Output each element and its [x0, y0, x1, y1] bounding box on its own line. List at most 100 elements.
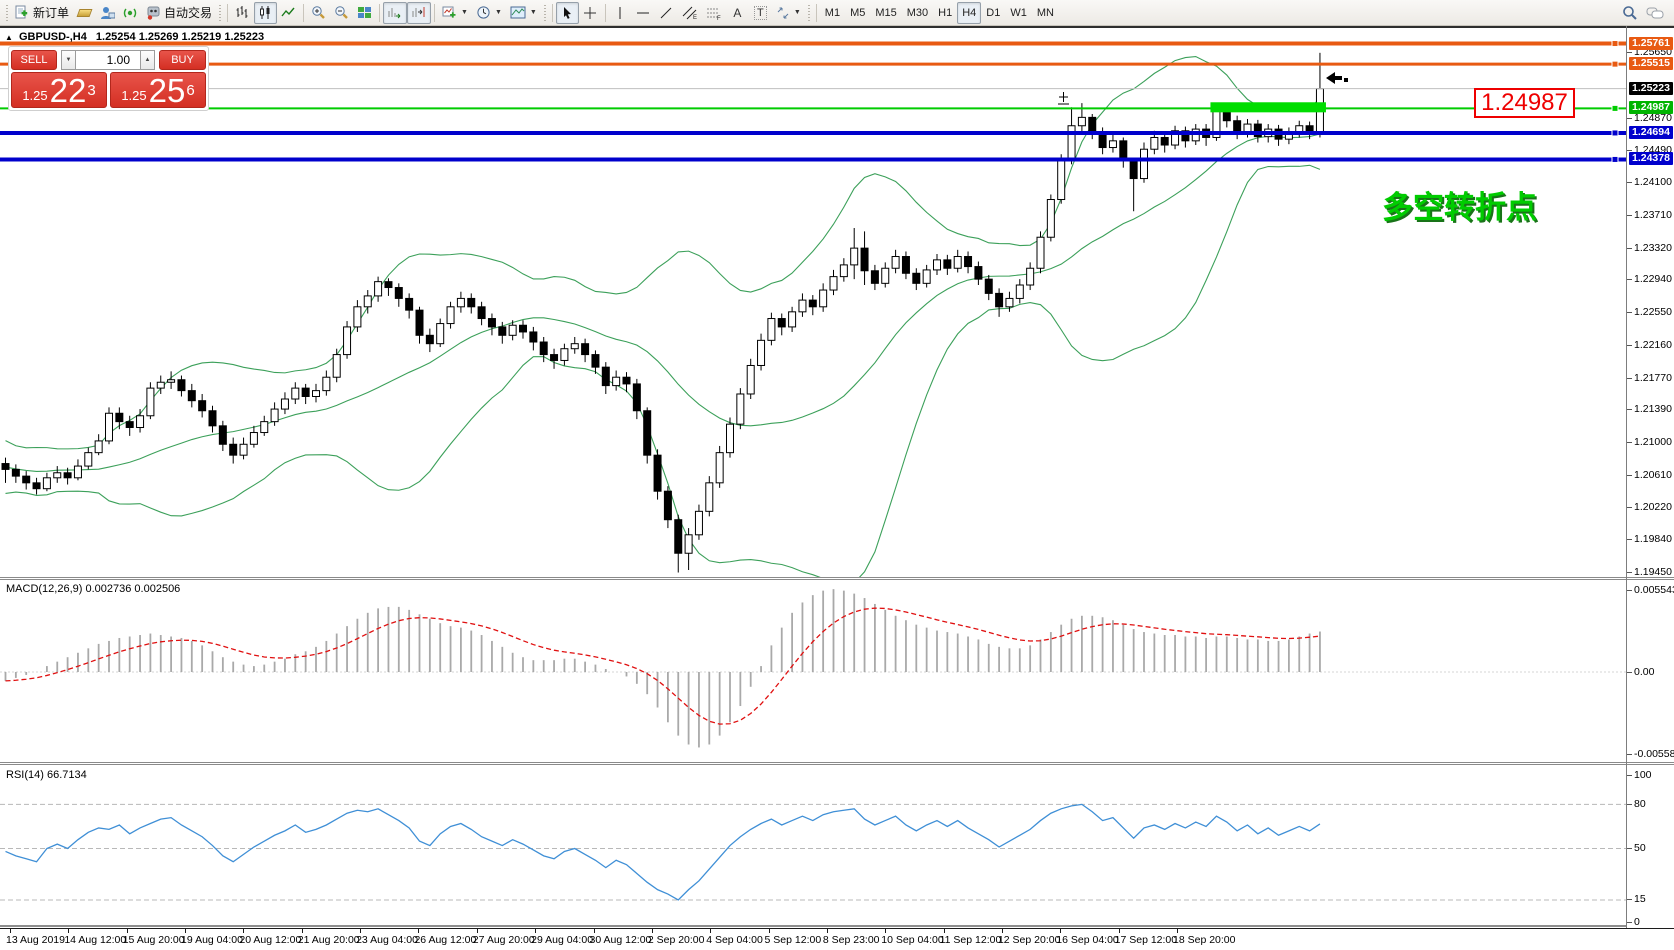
- zoom-in-button[interactable]: [307, 2, 330, 24]
- tf-button-M30[interactable]: M30: [902, 2, 933, 24]
- line-end-marker[interactable]: [1612, 105, 1618, 111]
- buy-price-major: 1.25: [121, 86, 146, 106]
- bull-candle: [716, 453, 723, 483]
- price-tick: 1.20220: [1634, 501, 1672, 513]
- bull-candle: [509, 325, 516, 335]
- resistance-zone-rect[interactable]: [1210, 102, 1326, 112]
- bull-candle: [137, 416, 144, 428]
- periods-button[interactable]: ▼: [472, 2, 506, 24]
- new-order-button[interactable]: 新订单: [11, 2, 73, 24]
- toolbar-grip: [808, 5, 810, 21]
- macd-axis[interactable]: 0.0055430.00-0.005583: [1627, 580, 1674, 763]
- line-end-marker[interactable]: [1612, 156, 1618, 162]
- tf-button-MN[interactable]: MN: [1032, 2, 1059, 24]
- main-price-chart[interactable]: [0, 26, 1626, 578]
- volume-increase-button[interactable]: ▲: [140, 50, 155, 70]
- bear-candle: [478, 307, 485, 319]
- indicators-button[interactable]: ▼: [438, 2, 472, 24]
- comments-button[interactable]: [1642, 2, 1668, 24]
- tf-button-M5[interactable]: M5: [845, 2, 870, 24]
- bull-candle: [934, 260, 941, 270]
- fibonacci-tool-button[interactable]: F: [702, 2, 726, 24]
- bear-candle: [675, 520, 682, 554]
- price-arrow-marker[interactable]: [1326, 72, 1348, 84]
- line-end-marker[interactable]: [1612, 41, 1618, 47]
- equidistant-channel-icon: E: [682, 6, 698, 20]
- tf-button-D1[interactable]: D1: [981, 2, 1005, 24]
- bar-chart-button[interactable]: [231, 2, 254, 24]
- buy-button[interactable]: BUY: [159, 50, 206, 70]
- auto-trading-button[interactable]: 自动交易: [142, 2, 216, 24]
- arrows-tool-button[interactable]: ▼: [772, 2, 805, 24]
- bear-candle: [551, 355, 558, 361]
- buy-price-pips: 25: [149, 76, 186, 106]
- macd-label: MACD(12,26,9) 0.002736 0.002506: [6, 583, 180, 595]
- label-tool-button[interactable]: T: [749, 2, 772, 24]
- price-badge-1.25515: 1.25515: [1629, 57, 1673, 70]
- line-end-marker[interactable]: [1612, 130, 1618, 136]
- bear-candle: [778, 319, 785, 327]
- buy-price-box[interactable]: 1.25 25 6: [110, 72, 206, 108]
- bull-candle: [1027, 268, 1034, 285]
- time-label: 27 Aug 20:00: [473, 934, 535, 946]
- time-tick: [360, 929, 361, 933]
- auto-trading-label: 自动交易: [164, 4, 212, 21]
- sell-price-box[interactable]: 1.25 22 3: [11, 72, 107, 108]
- line-chart-button[interactable]: [277, 2, 300, 24]
- cursor-tool-button[interactable]: [556, 2, 579, 24]
- volume-decrease-button[interactable]: ▼: [61, 50, 76, 70]
- horizontal-line-tool-button[interactable]: [632, 2, 655, 24]
- bear-candle: [178, 380, 185, 391]
- trendline-icon: [659, 6, 673, 20]
- signals-button[interactable]: [119, 2, 142, 24]
- auto-scroll-button[interactable]: [383, 2, 407, 24]
- line-end-marker[interactable]: [1612, 61, 1618, 67]
- bear-candle: [499, 327, 506, 335]
- tf-button-H4[interactable]: H4: [957, 2, 981, 24]
- bull-candle: [768, 319, 775, 341]
- tf-button-H1[interactable]: H1: [933, 2, 957, 24]
- chart-shift-button[interactable]: [407, 2, 431, 24]
- panel-separator[interactable]: [0, 762, 1674, 765]
- macd-panel[interactable]: [0, 580, 1626, 763]
- price-tick: 1.23710: [1634, 209, 1672, 221]
- bull-candle: [447, 307, 454, 324]
- bollinger-lower-band[interactable]: [6, 165, 1320, 578]
- bull-candle: [1078, 117, 1085, 125]
- bear-candle: [230, 444, 237, 455]
- vertical-line-tool-button[interactable]: [609, 2, 632, 24]
- rsi-axis[interactable]: 1008050150: [1627, 766, 1674, 927]
- bollinger-middle-band[interactable]: [6, 134, 1320, 471]
- crosshair-tool-button[interactable]: [579, 2, 602, 24]
- time-tick: [477, 929, 478, 933]
- price-axis[interactable]: 1.256501.248701.244901.241001.237101.233…: [1627, 26, 1674, 578]
- bull-candle: [737, 394, 744, 424]
- candlestick-chart-button[interactable]: [254, 2, 277, 24]
- panel-separator[interactable]: [0, 577, 1674, 580]
- search-button[interactable]: [1618, 2, 1642, 24]
- new-order-label: 新订单: [33, 4, 69, 21]
- sell-button[interactable]: SELL: [11, 50, 57, 70]
- channel-tool-button[interactable]: E: [678, 2, 702, 24]
- chart-note-text[interactable]: 多空转折点: [1382, 182, 1537, 227]
- tile-windows-button[interactable]: [353, 2, 376, 24]
- bull-candle: [613, 377, 620, 385]
- tf-button-M15[interactable]: M15: [870, 2, 901, 24]
- tf-button-W1[interactable]: W1: [1005, 2, 1032, 24]
- separator: [816, 4, 817, 22]
- rsi-panel[interactable]: [0, 766, 1626, 927]
- tf-button-M1[interactable]: M1: [820, 2, 845, 24]
- web-trader-button[interactable]: [96, 2, 119, 24]
- text-tool-button[interactable]: A: [726, 2, 749, 24]
- history-center-button[interactable]: [73, 2, 96, 24]
- time-label: 14 Aug 12:00: [64, 934, 126, 946]
- price-callout-box[interactable]: 1.24987: [1474, 88, 1575, 118]
- volume-input[interactable]: 1.00: [76, 50, 140, 70]
- bear-candle: [1161, 137, 1168, 145]
- svg-text:F: F: [717, 16, 721, 20]
- bollinger-upper-band[interactable]: [6, 57, 1320, 449]
- templates-button[interactable]: ▼: [506, 2, 541, 24]
- zoom-out-button[interactable]: [330, 2, 353, 24]
- time-axis[interactable]: 13 Aug 201914 Aug 12:0015 Aug 20:0019 Au…: [0, 928, 1674, 950]
- trendline-tool-button[interactable]: [655, 2, 678, 24]
